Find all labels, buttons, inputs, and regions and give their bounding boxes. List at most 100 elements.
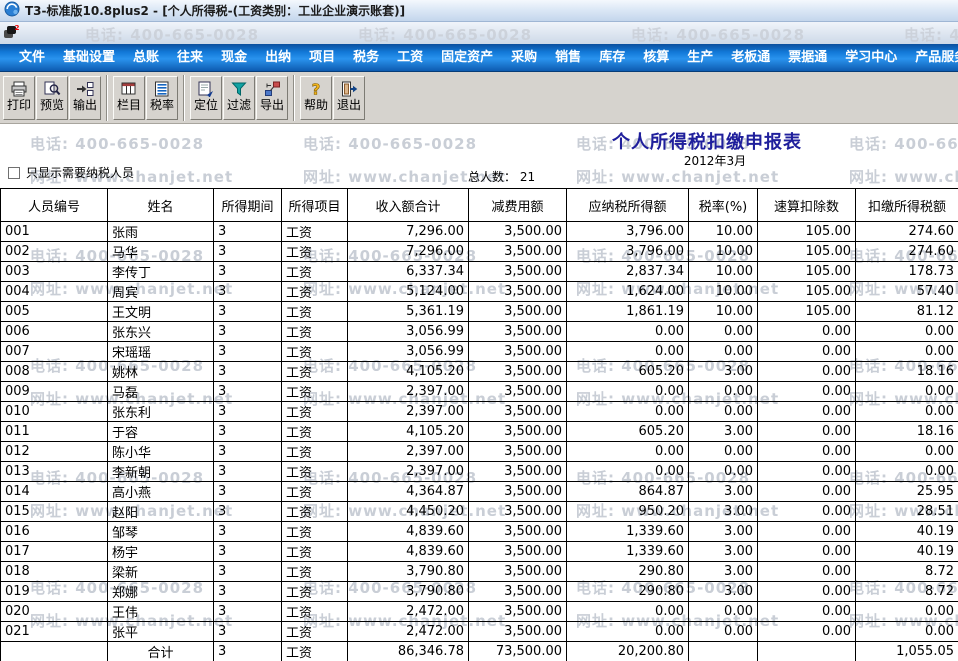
table-cell: 宋瑶瑶	[108, 342, 214, 362]
menu-item-5[interactable]: 现金	[212, 44, 256, 72]
table-cell: 864.87	[567, 482, 689, 502]
table-cell: 工资	[282, 602, 348, 622]
table-row[interactable]: 021张平3工资2,472.003,500.000.000.000.000.00	[1, 622, 958, 642]
menu-item-3[interactable]: 总账	[124, 44, 168, 72]
table-cell: 工资	[282, 422, 348, 442]
table-cell: 0.00	[856, 402, 958, 422]
help-button[interactable]: ?帮助	[300, 76, 332, 120]
table-cell: 3,500.00	[469, 402, 567, 422]
table-cell: 0.00	[758, 322, 856, 342]
table-row[interactable]: 001张雨3工资7,296.003,500.003,796.0010.00105…	[1, 222, 958, 242]
table-row[interactable]: 002马华3工资7,296.003,500.003,796.0010.00105…	[1, 242, 958, 262]
menu-item-6[interactable]: 出纳	[256, 44, 300, 72]
column-header: 所得项目	[282, 189, 348, 222]
table-row[interactable]: 015赵阳3工资4,450.203,500.00950.203.000.0028…	[1, 502, 958, 522]
table-row[interactable]: 011于容3工资4,105.203,500.00605.203.000.0018…	[1, 422, 958, 442]
table-row[interactable]: 013李新朝3工资2,397.003,500.000.000.000.000.0…	[1, 462, 958, 482]
table-cell: 4,105.20	[348, 422, 469, 442]
watermark-text: 电话: 400-665-0028	[85, 24, 259, 45]
table-cell: 3,500.00	[469, 542, 567, 562]
columns-button[interactable]: 栏目	[113, 76, 145, 120]
table-cell: 工资	[282, 282, 348, 302]
menu-item-1[interactable]: 文件	[10, 44, 54, 72]
export-button[interactable]: 导出	[256, 76, 288, 120]
table-cell: 3	[214, 582, 282, 602]
menu-item-11[interactable]: 采购	[502, 44, 546, 72]
table-row[interactable]: 009马磊3工资2,397.003,500.000.000.000.000.00	[1, 382, 958, 402]
menu-item-15[interactable]: 生产	[678, 44, 722, 72]
table-cell: 2,397.00	[348, 462, 469, 482]
table-row[interactable]: 010张东利3工资2,397.003,500.000.000.000.000.0…	[1, 402, 958, 422]
filter-button[interactable]: 过滤	[223, 76, 255, 120]
exit-button[interactable]: 退出	[333, 76, 365, 120]
menu-item-12[interactable]: 销售	[546, 44, 590, 72]
print-button[interactable]: 打印	[3, 76, 35, 120]
menu-item-7[interactable]: 项目	[300, 44, 344, 72]
taxrate-button[interactable]: 税率	[146, 76, 178, 120]
table-cell: 105.00	[758, 282, 856, 302]
table-cell: 3	[214, 242, 282, 262]
table-cell: 工资	[282, 302, 348, 322]
table-cell: 013	[1, 462, 108, 482]
table-row[interactable]: 012陈小华3工资2,397.003,500.000.000.000.000.0…	[1, 442, 958, 462]
toolbar-button-label: 输出	[73, 98, 97, 112]
table-cell: 6,337.34	[348, 262, 469, 282]
table-cell: 张雨	[108, 222, 214, 242]
table-cell: 5,361.19	[348, 302, 469, 322]
locate-button[interactable]: 定位	[190, 76, 222, 120]
show-taxable-only-checkbox[interactable]	[8, 167, 20, 179]
table-cell: 工资	[282, 222, 348, 242]
table-row[interactable]: 004周宾3工资5,124.003,500.001,624.0010.00105…	[1, 282, 958, 302]
table-cell: 105.00	[758, 242, 856, 262]
table-cell: 0.00	[689, 342, 758, 362]
menu-item-16[interactable]: 老板通	[722, 44, 779, 72]
menu-item-8[interactable]: 税务	[344, 44, 388, 72]
table-row[interactable]: 007宋瑶瑶3工资3,056.993,500.000.000.000.000.0…	[1, 342, 958, 362]
table-cell: 3,790.80	[348, 582, 469, 602]
menu-item-18[interactable]: 学习中心	[836, 44, 906, 72]
menu-item-2[interactable]: 基础设置	[54, 44, 124, 72]
output-button[interactable]: 输出	[69, 76, 101, 120]
table-cell: 3	[214, 622, 282, 642]
menu-item-13[interactable]: 库存	[590, 44, 634, 72]
table-cell: 3	[214, 442, 282, 462]
menu-item-10[interactable]: 固定资产	[432, 44, 502, 72]
column-header: 人员编号	[1, 189, 108, 222]
table-cell: 007	[1, 342, 108, 362]
menu-item-4[interactable]: 往来	[168, 44, 212, 72]
table-cell: 3	[214, 562, 282, 582]
table-cell: 0.00	[567, 442, 689, 462]
preview-icon	[43, 80, 61, 98]
table-row[interactable]: 016邹琴3工资4,839.603,500.001,339.603.000.00…	[1, 522, 958, 542]
table-cell: 1,861.19	[567, 302, 689, 322]
menu-item-14[interactable]: 核算	[634, 44, 678, 72]
watermark-text: 电话: 400-665-0028	[303, 133, 477, 154]
table-cell: 工资	[282, 482, 348, 502]
preview-button[interactable]: 预览	[36, 76, 68, 120]
table-row[interactable]: 005王文明3工资5,361.193,500.001,861.1910.0010…	[1, 302, 958, 322]
table-row[interactable]: 018梁新3工资3,790.803,500.00290.803.000.008.…	[1, 562, 958, 582]
table-row[interactable]: 003李传丁3工资6,337.343,500.002,837.3410.0010…	[1, 262, 958, 282]
menu-item-19[interactable]: 产品服务	[906, 44, 958, 72]
table-cell: 1,339.60	[567, 522, 689, 542]
table-row[interactable]: 020王伟3工资2,472.003,500.000.000.000.000.00	[1, 602, 958, 622]
table-cell: 0.00	[758, 502, 856, 522]
table-row[interactable]: 014高小燕3工资4,364.873,500.00864.873.000.002…	[1, 482, 958, 502]
report-period: 2012年3月	[640, 152, 790, 169]
menu-item-9[interactable]: 工资	[388, 44, 432, 72]
toolbar-button-label: 栏目	[117, 98, 141, 112]
messenger-icon[interactable]: 2	[3, 24, 19, 44]
table-row[interactable]: 019郑娜3工资3,790.803,500.00290.803.000.008.…	[1, 582, 958, 602]
watermark-text: 电话: 400-665-0028	[631, 24, 805, 45]
table-cell: 73,500.00	[469, 642, 567, 661]
table-row[interactable]: 008姚林3工资4,105.203,500.00605.203.000.0018…	[1, 362, 958, 382]
table-cell: 015	[1, 502, 108, 522]
table-cell: 2,837.34	[567, 262, 689, 282]
table-cell: 工资	[282, 642, 348, 661]
exit-icon	[340, 80, 358, 98]
menu-item-17[interactable]: 票据通	[779, 44, 836, 72]
table-cell: 工资	[282, 322, 348, 342]
table-row[interactable]: 017杨宇3工资4,839.603,500.001,339.603.000.00…	[1, 542, 958, 562]
table-row[interactable]: 006张东兴3工资3,056.993,500.000.000.000.000.0…	[1, 322, 958, 342]
table-cell: 3.00	[689, 542, 758, 562]
